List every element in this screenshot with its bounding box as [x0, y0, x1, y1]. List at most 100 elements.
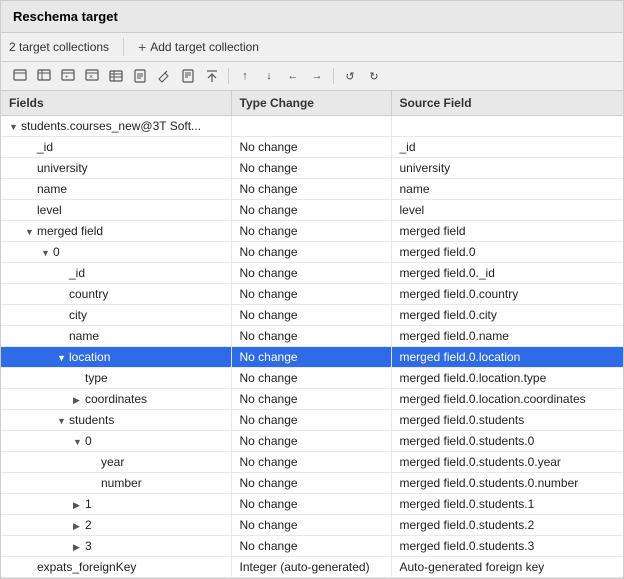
- field-name: level: [37, 203, 62, 217]
- source-field-cell: merged field: [391, 221, 623, 242]
- type-change-cell: No change: [231, 242, 391, 263]
- field-name: 0: [85, 434, 92, 448]
- table-row[interactable]: ▼_idNo change_id: [1, 137, 623, 158]
- source-field-cell: level: [391, 200, 623, 221]
- tree-toggle[interactable]: [57, 416, 67, 426]
- arrow-right-button[interactable]: →: [306, 65, 328, 87]
- icon-toolbar: + × ↑ ↓ ← →: [1, 62, 623, 91]
- source-field-cell: merged field.0.students.0.number: [391, 473, 623, 494]
- table-row[interactable]: ▼yearNo changemerged field.0.students.0.…: [1, 452, 623, 473]
- tree-toggle[interactable]: [73, 395, 83, 406]
- column-fields: Fields: [1, 91, 231, 116]
- table-row[interactable]: ▼countryNo changemerged field.0.country: [1, 284, 623, 305]
- source-field-cell: merged field.0.students.3: [391, 536, 623, 557]
- add-collection-button[interactable]: + Add target collection: [134, 37, 263, 57]
- tool-btn-2[interactable]: [33, 65, 55, 87]
- table-row[interactable]: ▼nameNo changename: [1, 179, 623, 200]
- source-field-cell: _id: [391, 137, 623, 158]
- table-row[interactable]: locationNo changemerged field.0.location: [1, 347, 623, 368]
- tool-btn-3[interactable]: +: [57, 65, 79, 87]
- source-field-cell: merged field.0.students: [391, 410, 623, 431]
- field-name: _id: [69, 266, 85, 280]
- table-row[interactable]: ▼typeNo changemerged field.0.location.ty…: [1, 368, 623, 389]
- tree-toggle[interactable]: [57, 353, 67, 363]
- table-header-row: Fields Type Change Source Field: [1, 91, 623, 116]
- arrow-down-icon: ↓: [266, 70, 272, 82]
- field-name: _id: [37, 140, 53, 154]
- type-change-cell: No change: [231, 137, 391, 158]
- tool-btn-1[interactable]: [9, 65, 31, 87]
- table-row[interactable]: students.courses_new@3T Soft...: [1, 116, 623, 137]
- table-row[interactable]: ▼expats_foreignKeyInteger (auto-generate…: [1, 557, 623, 578]
- field-name: 1: [85, 497, 92, 511]
- source-field-cell: merged field.0.location: [391, 347, 623, 368]
- field-name: country: [69, 287, 108, 301]
- table-row[interactable]: 1No changemerged field.0.students.1: [1, 494, 623, 515]
- source-field-cell: merged field.0: [391, 242, 623, 263]
- fields-table: Fields Type Change Source Field students…: [1, 91, 623, 578]
- source-field-cell: merged field.0.students.0: [391, 431, 623, 452]
- collection-toolbar: 2 target collections + Add target collec…: [1, 33, 623, 62]
- table-row[interactable]: ▼_idNo changemerged field.0._id: [1, 263, 623, 284]
- tree-toggle[interactable]: [73, 542, 83, 553]
- type-change-cell: No change: [231, 515, 391, 536]
- field-name: university: [37, 161, 88, 175]
- table-row[interactable]: 0No changemerged field.0: [1, 242, 623, 263]
- arrow-right-icon: →: [312, 70, 323, 82]
- table-row[interactable]: ▼nameNo changemerged field.0.name: [1, 326, 623, 347]
- type-change-cell: No change: [231, 305, 391, 326]
- field-name: 3: [85, 539, 92, 553]
- arrow-up-icon: ↑: [242, 70, 248, 82]
- table-row[interactable]: 3No changemerged field.0.students.3: [1, 536, 623, 557]
- tree-toggle[interactable]: [25, 227, 35, 237]
- undo-button[interactable]: ↺: [339, 65, 361, 87]
- plus-icon: +: [138, 39, 146, 55]
- type-change-cell: Integer (auto-generated): [231, 557, 391, 578]
- tool-btn-4[interactable]: ×: [81, 65, 103, 87]
- type-change-cell: No change: [231, 221, 391, 242]
- toolbar-divider: [123, 38, 124, 56]
- table-row[interactable]: ▼cityNo changemerged field.0.city: [1, 305, 623, 326]
- tool-btn-9[interactable]: [201, 65, 223, 87]
- table-row[interactable]: ▼numberNo changemerged field.0.students.…: [1, 473, 623, 494]
- source-field-cell: name: [391, 179, 623, 200]
- source-field-cell: merged field.0.students.2: [391, 515, 623, 536]
- move-down-button[interactable]: ↓: [258, 65, 280, 87]
- table-row[interactable]: ▼universityNo changeuniversity: [1, 158, 623, 179]
- tool-btn-8[interactable]: [177, 65, 199, 87]
- arrow-left-button[interactable]: ←: [282, 65, 304, 87]
- tool-btn-5[interactable]: [105, 65, 127, 87]
- table-row[interactable]: studentsNo changemerged field.0.students: [1, 410, 623, 431]
- field-name: expats_foreignKey: [37, 560, 136, 574]
- tree-toggle[interactable]: [73, 521, 83, 532]
- table-row[interactable]: 0 No changemerged field.0.students.0: [1, 431, 623, 452]
- field-name: name: [69, 329, 99, 343]
- table-row[interactable]: coordinatesNo changemerged field.0.locat…: [1, 389, 623, 410]
- table-row[interactable]: merged fieldNo changemerged field: [1, 221, 623, 242]
- source-field-cell: [391, 116, 623, 137]
- tree-toggle[interactable]: [41, 248, 51, 258]
- tree-toggle[interactable]: [73, 437, 83, 447]
- move-up-button[interactable]: ↑: [234, 65, 256, 87]
- table-row[interactable]: 2No changemerged field.0.students.2: [1, 515, 623, 536]
- type-change-cell: No change: [231, 347, 391, 368]
- redo-button[interactable]: ↻: [363, 65, 385, 87]
- source-field-cell: merged field.0.students.1: [391, 494, 623, 515]
- add-collection-label: Add target collection: [150, 40, 259, 54]
- icon-separator-1: [228, 68, 229, 84]
- source-field-cell: merged field.0.country: [391, 284, 623, 305]
- table-row[interactable]: ▼levelNo changelevel: [1, 200, 623, 221]
- field-name: type: [85, 371, 108, 385]
- field-name: name: [37, 182, 67, 196]
- tree-toggle[interactable]: [73, 500, 83, 511]
- tool-btn-6[interactable]: [129, 65, 151, 87]
- type-change-cell: No change: [231, 263, 391, 284]
- type-change-cell: No change: [231, 431, 391, 452]
- icon-separator-2: [333, 68, 334, 84]
- type-change-cell: No change: [231, 200, 391, 221]
- type-change-cell: No change: [231, 473, 391, 494]
- tool-btn-7[interactable]: [153, 65, 175, 87]
- tree-toggle[interactable]: [9, 122, 19, 132]
- type-change-cell: No change: [231, 410, 391, 431]
- field-name: students.courses_new@3T Soft...: [21, 119, 201, 133]
